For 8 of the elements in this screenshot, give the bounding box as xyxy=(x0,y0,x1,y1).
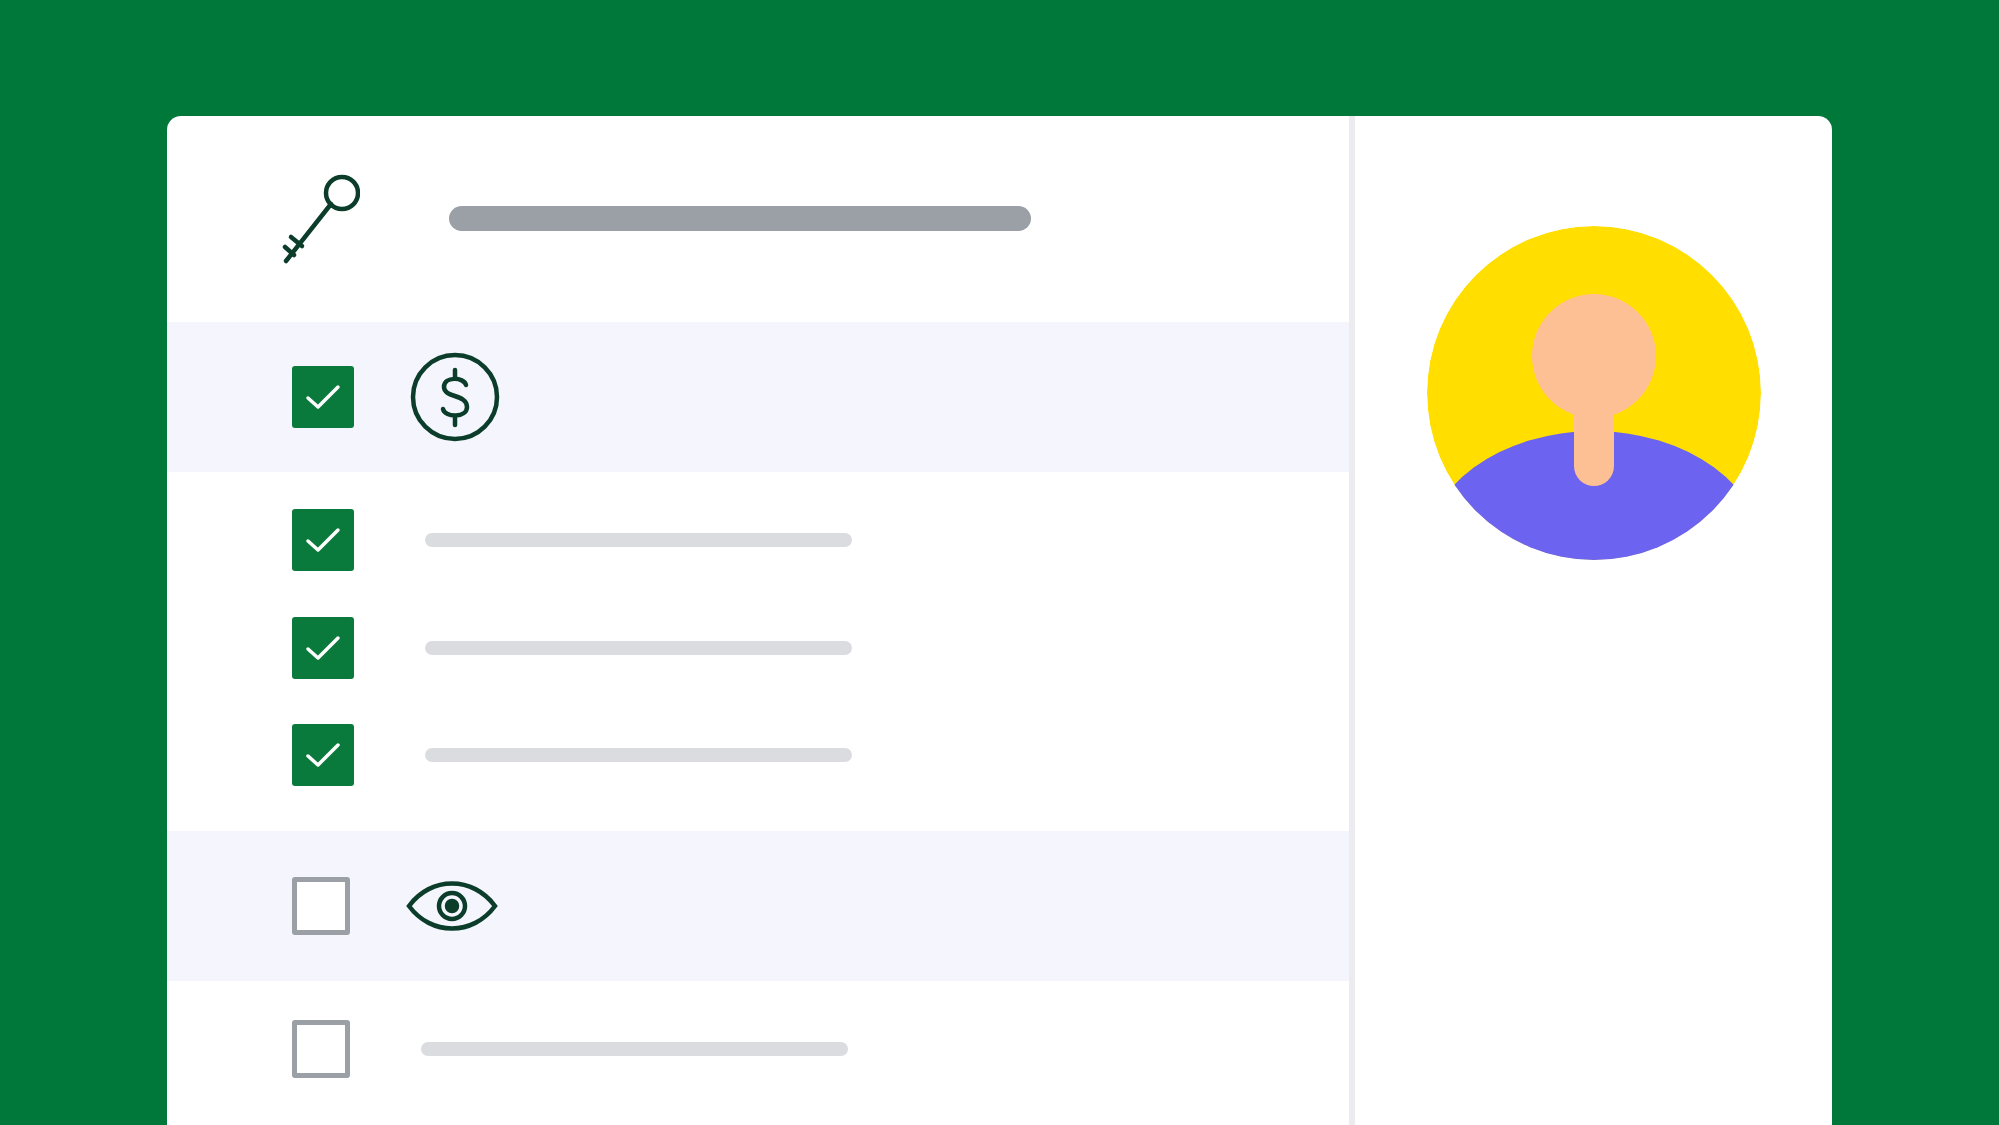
checkbox[interactable] xyxy=(292,876,350,935)
dollar-icon xyxy=(410,351,500,442)
check-icon xyxy=(303,740,343,770)
checkbox[interactable] xyxy=(292,509,354,572)
checkbox[interactable] xyxy=(292,616,354,679)
checkbox[interactable] xyxy=(292,724,354,786)
checkbox[interactable] xyxy=(292,1020,350,1079)
checkbox[interactable] xyxy=(292,365,354,428)
